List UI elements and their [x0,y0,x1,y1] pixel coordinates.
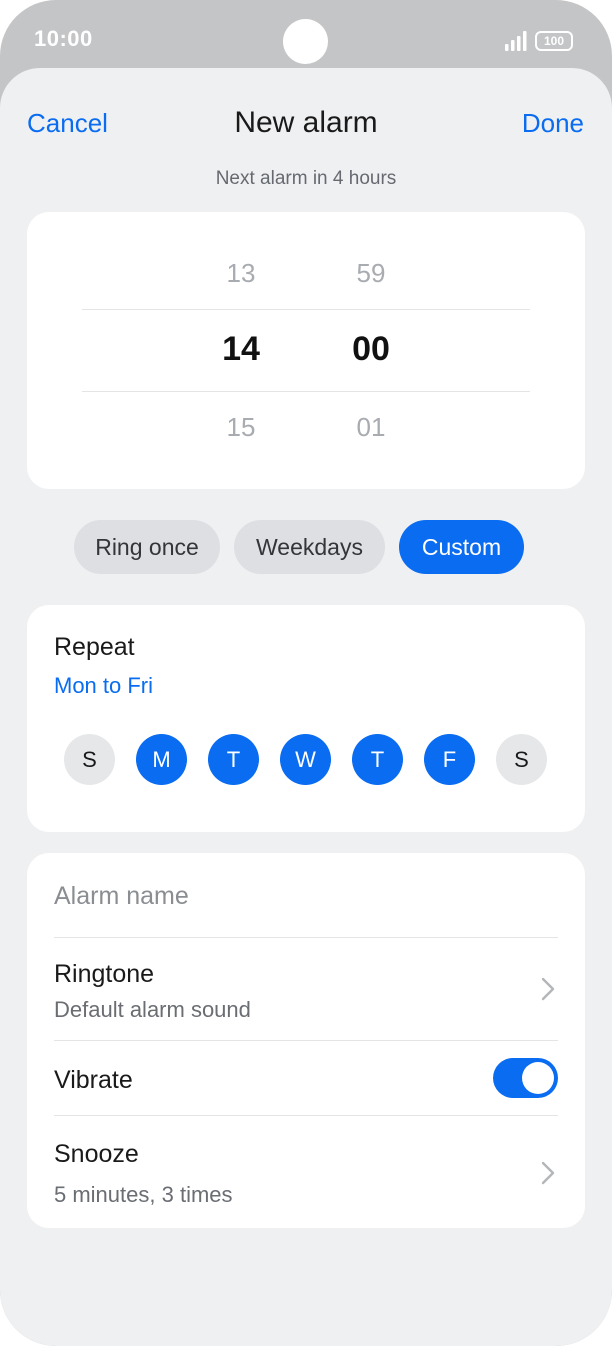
snooze-value: 5 minutes, 3 times [54,1182,233,1207]
repeat-card: Repeat Mon to Fri S M T W T F S [27,605,585,832]
day-thursday[interactable]: T [352,734,403,785]
chevron-right-icon [541,977,555,1001]
time-picker[interactable]: 13 59 14 00 15 01 [27,212,585,489]
minute-previous[interactable]: 59 [331,258,411,289]
toggle-knob [522,1062,554,1094]
hour-selected[interactable]: 14 [201,330,281,369]
battery-icon: 100 [535,31,573,51]
hour-previous[interactable]: 13 [201,258,281,289]
hour-next[interactable]: 15 [201,412,281,443]
day-tuesday[interactable]: T [208,734,259,785]
next-alarm-info: Next alarm in 4 hours [215,168,397,189]
preset-ring-once[interactable]: Ring once [74,520,220,574]
repeat-value: Mon to Fri [54,673,154,698]
snooze-title: Snooze [54,1140,139,1168]
preset-weekdays[interactable]: Weekdays [234,520,385,574]
vibrate-title: Vibrate [54,1066,133,1094]
day-sunday[interactable]: S [64,734,115,785]
ringtone-title: Ringtone [54,960,155,988]
status-time: 10:00 [34,26,93,51]
selection-line-top [82,309,530,310]
ringtone-row[interactable]: Ringtone Default alarm sound [27,938,585,1040]
repeat-label: Repeat [54,633,135,661]
signal-icon [505,31,527,51]
vibrate-toggle[interactable] [493,1058,558,1098]
alarm-name-input[interactable] [54,875,558,917]
minute-next[interactable]: 01 [331,412,411,443]
day-monday[interactable]: M [136,734,187,785]
day-friday[interactable]: F [424,734,475,785]
camera-cutout [283,19,328,64]
new-alarm-screen: Cancel New alarm Done Next alarm in 4 ho… [0,68,612,1346]
minute-selected[interactable]: 00 [331,330,411,369]
alarm-settings-card: Ringtone Default alarm sound Vibrate Sno… [27,853,585,1228]
selection-line-bottom [82,391,530,392]
chevron-right-icon [541,1161,555,1185]
day-saturday[interactable]: S [496,734,547,785]
phone-frame: 10:00 100 Cancel New alarm Done Next ala… [0,0,612,1346]
ringtone-value: Default alarm sound [54,997,251,1022]
day-wednesday[interactable]: W [280,734,331,785]
done-button[interactable]: Done [522,108,584,139]
page-title: New alarm [234,106,378,139]
snooze-row[interactable]: Snooze 5 minutes, 3 times [27,1116,585,1228]
preset-custom[interactable]: Custom [399,520,524,574]
